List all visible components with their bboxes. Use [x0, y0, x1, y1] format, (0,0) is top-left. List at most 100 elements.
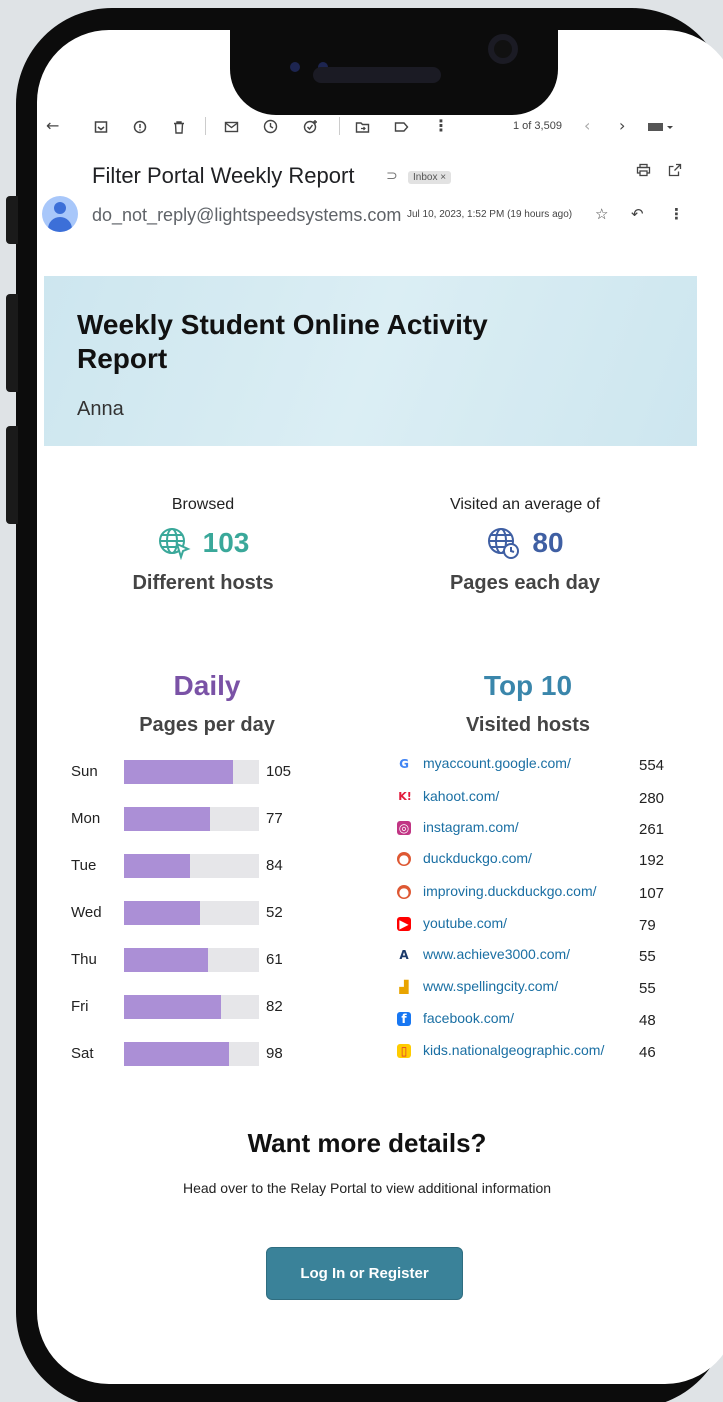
bar-fill: [124, 807, 211, 831]
host-link[interactable]: www.spellingcity.com/: [423, 978, 558, 994]
daily-subheading: Pages per day: [139, 714, 275, 736]
day-row: Tue 84: [71, 854, 311, 878]
newer-chevron-icon[interactable]: ‹: [584, 112, 590, 140]
day-row: Fri 82: [71, 995, 311, 1019]
spellingcity-icon: ▟: [399, 980, 409, 994]
mark-unread-icon[interactable]: [224, 112, 239, 140]
bar-fill: [124, 1042, 230, 1066]
facebook-icon: f: [397, 1012, 411, 1026]
open-in-new-window-icon[interactable]: [668, 163, 682, 181]
day-value: 98: [266, 1045, 283, 1062]
globe-cursor-icon: [158, 528, 191, 560]
sender-avatar[interactable]: [42, 196, 78, 232]
day-label: Sat: [71, 1045, 94, 1062]
visited-caption: Visited an average of: [449, 496, 601, 513]
importance-marker-icon[interactable]: ⊃: [386, 168, 398, 184]
day-label: Mon: [71, 810, 101, 827]
side-button-volume-down: [6, 426, 18, 524]
star-icon[interactable]: ☆: [595, 205, 608, 223]
globe-clock-icon: [488, 528, 520, 559]
host-row[interactable]: Awww.achieve3000.com/55: [397, 946, 677, 968]
message-counter: 1 of 3,509: [513, 120, 562, 132]
toolbar-divider: [205, 117, 206, 135]
reply-icon[interactable]: ↶: [631, 205, 644, 223]
host-row[interactable]: ▶ youtube.com/79: [397, 915, 677, 937]
browsed-unit: Different hosts: [132, 572, 274, 594]
host-row[interactable]: K! kahoot.com/280: [397, 788, 677, 810]
sensor-dot: [290, 62, 300, 72]
host-visits: 107: [639, 885, 665, 902]
host-row[interactable]: ● duckduckgo.com/192: [397, 850, 677, 872]
host-row[interactable]: Gmyaccount.google.com/554: [397, 755, 677, 777]
day-value: 61: [266, 951, 283, 968]
host-link[interactable]: youtube.com/: [423, 915, 507, 931]
toolbar-divider: [339, 117, 340, 135]
host-link[interactable]: duckduckgo.com/: [423, 850, 532, 866]
host-link[interactable]: facebook.com/: [423, 1010, 514, 1026]
back-arrow-icon[interactable]: ←: [46, 112, 59, 140]
host-row[interactable]: ● improving.duckduckgo.com/107: [397, 883, 677, 905]
host-link[interactable]: instagram.com/: [423, 819, 519, 835]
host-row[interactable]: ▟ www.spellingcity.com/55: [397, 978, 677, 1000]
delete-icon[interactable]: [172, 112, 186, 140]
login-register-label: Log In or Register: [300, 1265, 429, 1282]
inbox-label-chip[interactable]: Inbox ×: [408, 171, 452, 184]
host-visits: 46: [639, 1044, 656, 1061]
visited-unit: Pages each day: [449, 572, 601, 594]
snooze-icon[interactable]: [263, 112, 278, 140]
report-banner: Weekly Student Online Activity Report An…: [44, 276, 697, 446]
more-options-icon[interactable]: ⋮: [669, 205, 684, 223]
day-value: 82: [266, 998, 283, 1015]
daily-heading: Daily: [173, 670, 241, 701]
sender-address[interactable]: do_not_reply@lightspeedsystems.com: [92, 205, 401, 226]
host-link[interactable]: myaccount.google.com/: [423, 755, 571, 771]
email-date: Jul 10, 2023, 1:52 PM (19 hours ago): [407, 209, 573, 220]
day-label: Wed: [71, 904, 102, 921]
top-hosts-subheading: Visited hosts: [465, 714, 591, 736]
label-icon[interactable]: [394, 112, 409, 140]
bar-track: [124, 760, 259, 784]
host-link[interactable]: kids.nationalgeographic.com/: [423, 1042, 604, 1058]
top-hosts-heading: Top 10: [483, 670, 573, 701]
host-row[interactable]: f facebook.com/48: [397, 1010, 677, 1032]
more-details-title: Want more details?: [247, 1128, 487, 1158]
host-visits: 48: [639, 1012, 656, 1029]
older-chevron-icon[interactable]: ›: [619, 112, 625, 140]
visited-count: 80: [532, 527, 564, 558]
speaker-grille: [313, 67, 441, 83]
youtube-icon: ▶: [397, 917, 411, 931]
day-row: Sun 105: [71, 760, 311, 784]
host-link[interactable]: kahoot.com/: [423, 788, 499, 804]
host-link[interactable]: improving.duckduckgo.com/: [423, 883, 597, 899]
bar-fill: [124, 995, 222, 1019]
natgeo-icon: ▯: [397, 1044, 411, 1058]
bar-fill: [124, 901, 200, 925]
add-task-icon[interactable]: [303, 112, 319, 140]
host-row[interactable]: ◎ instagram.com/261: [397, 819, 677, 841]
front-camera: [488, 34, 518, 64]
report-spam-icon[interactable]: [133, 112, 147, 140]
more-icon[interactable]: ⋮: [433, 112, 449, 140]
print-icon[interactable]: [636, 163, 651, 181]
phone-screen: ← ⋮ 1 of 3,509 ‹ › Filter Portal Weekly …: [37, 30, 723, 1384]
day-value: 77: [266, 810, 283, 827]
move-to-icon[interactable]: [355, 112, 370, 140]
bar-track: [124, 807, 259, 831]
browsed-value-row: 103: [103, 526, 303, 560]
visited-value-row: 80: [425, 526, 625, 560]
report-title: Weekly Student Online Activity Report: [77, 309, 488, 374]
archive-icon[interactable]: [94, 112, 108, 140]
bar-track: [124, 995, 259, 1019]
host-link[interactable]: www.achieve3000.com/: [423, 946, 570, 962]
host-visits: 192: [639, 852, 665, 869]
avatar-body-shape: [48, 217, 72, 232]
kahoot-icon: K!: [398, 790, 412, 803]
host-visits: 79: [639, 917, 656, 934]
input-tools-icon[interactable]: [647, 112, 673, 140]
host-row[interactable]: ▯ kids.nationalgeographic.com/46: [397, 1042, 677, 1064]
email-subject: Filter Portal Weekly Report: [92, 163, 355, 188]
day-label: Tue: [71, 857, 97, 874]
bar-fill: [124, 948, 208, 972]
instagram-icon: ◎: [397, 821, 411, 835]
login-register-button[interactable]: Log In or Register: [266, 1247, 463, 1300]
